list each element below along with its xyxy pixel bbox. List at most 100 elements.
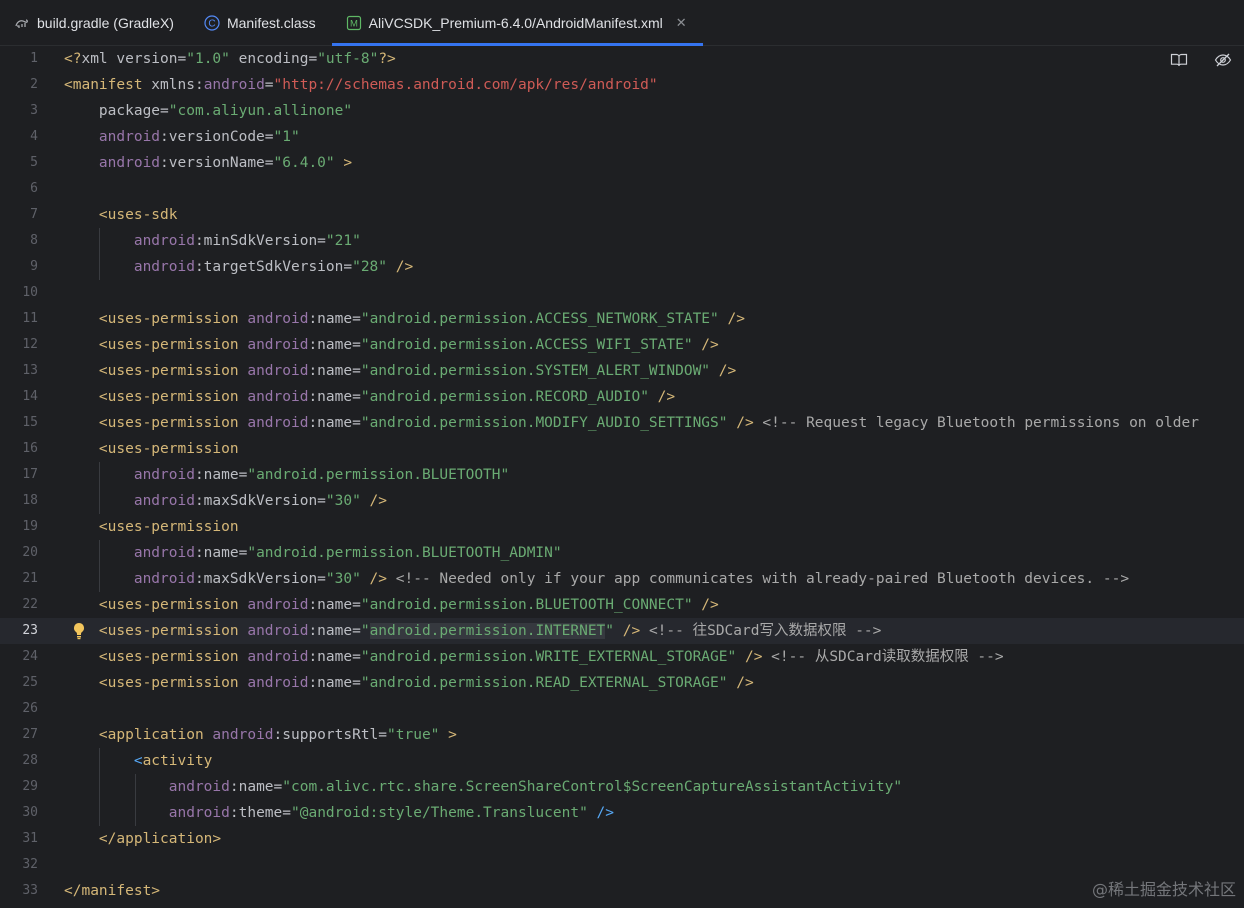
code-line[interactable]: 28 <activity	[0, 748, 1244, 774]
line-number[interactable]: 6	[0, 176, 38, 202]
code-token: >	[439, 727, 457, 743]
code-line[interactable]: 30 android:theme="@android:style/Theme.T…	[0, 800, 1244, 826]
code-line[interactable]: 24 <uses-permission android:name="androi…	[0, 644, 1244, 670]
code-token: <!-- Needed only if your app communicate…	[387, 571, 1130, 587]
lightbulb-icon[interactable]	[72, 622, 86, 640]
code-line[interactable]: 33 </manifest>	[0, 878, 1244, 904]
code-line[interactable]: 25 <uses-permission android:name="androi…	[0, 670, 1244, 696]
line-number[interactable]: 18	[0, 488, 38, 514]
line-number[interactable]: 31	[0, 826, 38, 852]
tab-android-manifest[interactable]: M AliVCSDK_Premium-6.4.0/AndroidManifest…	[331, 0, 703, 46]
line-number[interactable]: 19	[0, 514, 38, 540]
code-line[interactable]: 11 <uses-permission android:name="androi…	[0, 306, 1244, 332]
code-line[interactable]: 26	[0, 696, 1244, 722]
line-number[interactable]: 13	[0, 358, 38, 384]
code-token: android	[64, 467, 195, 483]
line-number[interactable]: 17	[0, 462, 38, 488]
line-number[interactable]: 32	[0, 852, 38, 878]
line-number[interactable]: 12	[0, 332, 38, 358]
line-number[interactable]: 11	[0, 306, 38, 332]
code-token: "android.permission.MODIFY_AUDIO_SETTING…	[360, 415, 728, 431]
code-token: />	[648, 389, 676, 405]
code-line[interactable]: 14 <uses-permission android:name="androi…	[0, 384, 1244, 410]
code-line[interactable]: 16 <uses-permission	[0, 436, 1244, 462]
code-line[interactable]: 19 <uses-permission	[0, 514, 1244, 540]
code-line[interactable]: 18 android:maxSdkVersion="30" />	[0, 488, 1244, 514]
tab-manifest-class[interactable]: C Manifest.class	[190, 0, 332, 45]
code-line[interactable]: 6	[0, 176, 1244, 202]
code-token: android	[238, 415, 309, 431]
code-token: ?>	[378, 51, 396, 67]
code-line[interactable]: 21 android:maxSdkVersion="30" /> <!-- Ne…	[0, 566, 1244, 592]
code-line[interactable]: 2 <manifest xmlns:android="http://schemas…	[0, 72, 1244, 98]
hide-icon[interactable]	[1214, 52, 1232, 68]
line-number[interactable]: 7	[0, 202, 38, 228]
code-token: "1.0"	[186, 51, 230, 67]
line-number[interactable]: 21	[0, 566, 38, 592]
line-number[interactable]: 1	[0, 46, 38, 72]
code-line[interactable]: 1 <?xml version="1.0" encoding="utf-8"?>	[0, 46, 1244, 72]
code-token: "	[360, 623, 370, 639]
code-line[interactable]: 15 <uses-permission android:name="androi…	[0, 410, 1244, 436]
code-line[interactable]: 7 <uses-sdk	[0, 202, 1244, 228]
code-token: :minSdkVersion	[194, 233, 318, 249]
code-line[interactable]: 23 <uses-permission android:name="androi…	[0, 618, 1244, 644]
code-line[interactable]: 8 android:minSdkVersion="21"	[0, 228, 1244, 254]
line-number[interactable]: 3	[0, 98, 38, 124]
line-number[interactable]: 30	[0, 800, 38, 826]
code-text: <uses-permission android:name="android.p…	[64, 670, 754, 696]
line-number[interactable]: 14	[0, 384, 38, 410]
code-text: android:maxSdkVersion="30" /> <!-- Neede…	[64, 566, 1129, 592]
line-number[interactable]: 24	[0, 644, 38, 670]
code-token: android	[64, 493, 195, 509]
code-token: "1"	[273, 129, 300, 145]
line-number[interactable]: 28	[0, 748, 38, 774]
line-number[interactable]: 22	[0, 592, 38, 618]
code-line[interactable]: 13 <uses-permission android:name="androi…	[0, 358, 1244, 384]
line-number[interactable]: 25	[0, 670, 38, 696]
reader-mode-icon[interactable]	[1170, 52, 1188, 68]
code-line[interactable]: 3 package="com.aliyun.allinone"	[0, 98, 1244, 124]
code-token: <uses-permission	[64, 389, 239, 405]
code-token: "30"	[325, 571, 361, 587]
code-line[interactable]: 29 android:name="com.alivc.rtc.share.Scr…	[0, 774, 1244, 800]
line-number[interactable]: 23	[0, 618, 38, 644]
line-number[interactable]: 10	[0, 280, 38, 306]
code-line[interactable]: 27 <application android:supportsRtl="tru…	[0, 722, 1244, 748]
line-number[interactable]: 26	[0, 696, 38, 722]
line-number[interactable]: 29	[0, 774, 38, 800]
code-token: android	[238, 623, 309, 639]
close-icon[interactable]: ✕	[676, 15, 687, 31]
code-line[interactable]: 9 android:targetSdkVersion="28" />	[0, 254, 1244, 280]
line-number[interactable]: 9	[0, 254, 38, 280]
line-number[interactable]: 8	[0, 228, 38, 254]
code-text: <uses-sdk	[64, 202, 178, 228]
line-number[interactable]: 16	[0, 436, 38, 462]
line-number[interactable]: 20	[0, 540, 38, 566]
code-line[interactable]: 10	[0, 280, 1244, 306]
code-token: =	[352, 363, 361, 379]
code-line[interactable]: 5 android:versionName="6.4.0" >	[0, 150, 1244, 176]
code-token: />	[727, 675, 754, 691]
line-number[interactable]: 2	[0, 72, 38, 98]
code-line[interactable]: 31 </application>	[0, 826, 1244, 852]
svg-text:C: C	[208, 18, 215, 29]
line-number[interactable]: 5	[0, 150, 38, 176]
line-number[interactable]: 4	[0, 124, 38, 150]
code-token: :versionCode	[160, 129, 265, 145]
tab-build-gradle[interactable]: build.gradle (GradleX)	[0, 0, 190, 45]
code-line[interactable]: 17 android:name="android.permission.BLUE…	[0, 462, 1244, 488]
code-token: />	[718, 311, 745, 327]
line-number[interactable]: 33	[0, 878, 38, 904]
code-line[interactable]: 20 android:name="android.permission.BLUE…	[0, 540, 1244, 566]
code-token: =	[378, 727, 388, 743]
code-editor[interactable]: 1 <?xml version="1.0" encoding="utf-8"?> 2…	[0, 46, 1244, 908]
code-token: activity	[142, 753, 213, 769]
code-line[interactable]: 22 <uses-permission android:name="androi…	[0, 592, 1244, 618]
code-line[interactable]: 4 android:versionCode="1"	[0, 124, 1244, 150]
line-number[interactable]: 15	[0, 410, 38, 436]
code-line[interactable]: 32	[0, 852, 1244, 878]
line-number[interactable]: 27	[0, 722, 38, 748]
code-token: =	[264, 129, 274, 145]
code-line[interactable]: 12 <uses-permission android:name="androi…	[0, 332, 1244, 358]
